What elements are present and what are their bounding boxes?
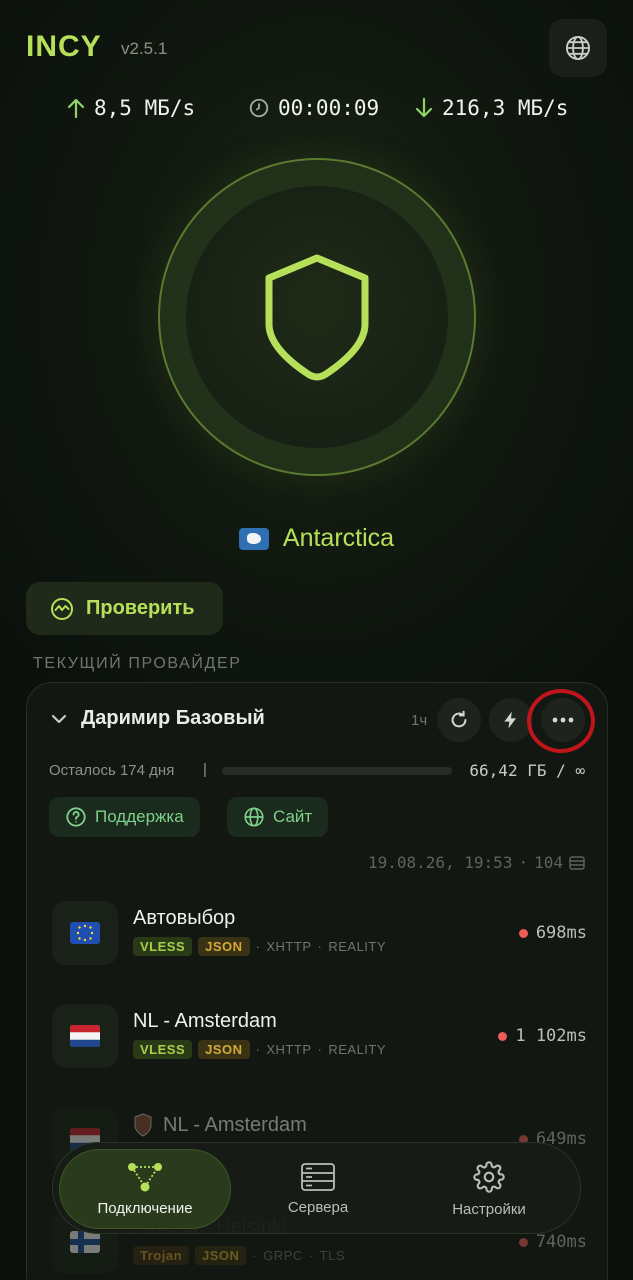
days-remaining: Осталось 174 дня (49, 762, 175, 779)
location-name: Antarctica (282, 524, 395, 552)
site-label: Сайт (273, 807, 313, 826)
security-label: TLS (319, 1248, 346, 1263)
clock-icon (249, 98, 269, 118)
traffic-usage: 66,42 ГБ / ∞ (469, 761, 585, 780)
provider-meta: 19.08.26, 19:53 · 104 (368, 853, 585, 872)
chevron-down-icon[interactable] (49, 709, 69, 729)
duration-stat: 00:00:09 (248, 96, 379, 120)
app-logo: INCY (26, 30, 102, 63)
protocol-tag: VLESS (133, 937, 193, 956)
ping-value: 740ms (535, 1232, 587, 1252)
server-name: NL - Amsterdam (133, 1010, 277, 1032)
globe-icon (244, 807, 264, 827)
server-ping: 1 102ms (498, 1026, 587, 1046)
server-name: NL - Amsterdam (163, 1113, 307, 1136)
server-count: 104 (534, 853, 563, 872)
bottom-navigation: Подключение Сервера Настройки (52, 1142, 581, 1234)
nav-connection[interactable]: Подключение (59, 1149, 231, 1229)
nav-servers[interactable]: Сервера (263, 1143, 373, 1235)
server-name: Автовыбор (133, 907, 236, 929)
server-name-row: NL - Amsterdam (133, 1113, 307, 1137)
provider-header[interactable]: Даримир Базовый (49, 707, 265, 730)
server-item[interactable]: Автовыбор VLESS JSON · XHTTP · REALITY 698… (52, 901, 587, 971)
traffic-progress-bar (222, 767, 452, 775)
security-label: REALITY (328, 939, 387, 954)
last-updated: 19.08.26, 19:53 (367, 853, 513, 872)
ping-status-dot (518, 1237, 528, 1247)
config-tag: JSON (198, 937, 250, 956)
nav-servers-label: Сервера (287, 1198, 349, 1216)
server-tags: VLESS JSON · XHTTP · REALITY (133, 937, 386, 956)
shield-icon (265, 254, 369, 381)
ping-value: 698ms (535, 923, 587, 943)
antarctica-flag-icon (238, 527, 269, 550)
nav-connection-label: Подключение (97, 1199, 193, 1217)
provider-name: Даримир Базовый (81, 707, 265, 729)
server-ping: 740ms (518, 1232, 587, 1252)
config-tag: JSON (198, 1040, 250, 1059)
check-button[interactable]: Проверить (26, 582, 223, 635)
server-list-icon (569, 855, 585, 870)
provider-update-interval: 1ч (411, 712, 428, 729)
refresh-button[interactable] (437, 698, 481, 742)
transport-label: XHTTP (266, 1042, 312, 1057)
lightning-icon (504, 711, 516, 729)
app-version: v2.5.1 (121, 39, 168, 58)
download-speed: 216,3 МБ/s (442, 96, 569, 120)
upload-stat: 8,5 МБ/s (66, 96, 195, 120)
gear-icon (473, 1160, 505, 1193)
connection-stats: 8,5 МБ/s 00:00:09 216,3 МБ/s (0, 96, 633, 126)
config-tag: JSON (195, 1246, 247, 1265)
session-duration: 00:00:09 (278, 96, 380, 120)
protocol-tag: Trojan (133, 1246, 190, 1265)
site-button[interactable]: Сайт (227, 797, 329, 837)
server-tags: VLESS JSON · XHTTP · REALITY (133, 1040, 386, 1059)
ping-value: 1 102ms (515, 1026, 587, 1046)
help-circle-icon (66, 807, 86, 827)
network-nodes-icon (128, 1162, 162, 1191)
support-label: Поддержка (95, 807, 184, 826)
upload-speed: 8,5 МБ/s (94, 96, 196, 120)
arrow-up-icon (67, 98, 85, 119)
language-button[interactable] (549, 19, 607, 77)
transport-label: XHTTP (266, 939, 312, 954)
nav-settings[interactable]: Настройки (433, 1143, 545, 1235)
remain-separator: | (203, 761, 207, 778)
highlight-circle (527, 689, 595, 753)
server-ping: 698ms (518, 923, 587, 943)
refresh-icon (451, 710, 467, 728)
eu-flag-icon (52, 901, 118, 965)
arrow-down-icon (415, 97, 433, 118)
protocol-tag: VLESS (133, 1040, 193, 1059)
support-button[interactable]: Поддержка (49, 797, 200, 837)
ping-status-dot (498, 1031, 508, 1041)
ping-status-dot (518, 928, 528, 938)
download-stat: 216,3 МБ/s (414, 96, 568, 120)
nav-settings-label: Настройки (452, 1200, 526, 1218)
shield-badge-icon (134, 1113, 152, 1137)
check-label: Проверить (86, 597, 195, 619)
app-header: INCY v2.5.1 (26, 19, 607, 77)
current-location[interactable]: Antarctica (0, 524, 633, 553)
server-tags: Trojan JSON · GRPC · TLS (133, 1246, 345, 1265)
transport-label: GRPC (263, 1248, 303, 1263)
activity-icon (51, 597, 73, 620)
security-label: REALITY (328, 1042, 387, 1057)
globe-icon (565, 35, 591, 61)
netherlands-flag-icon (52, 1004, 118, 1068)
meta-separator: · (518, 853, 529, 872)
section-label-provider: ТЕКУЩИЙ ПРОВАЙДЕР (33, 655, 242, 672)
server-rack-icon (301, 1162, 335, 1191)
server-item[interactable]: NL - Amsterdam VLESS JSON · XHTTP · REALIT… (52, 1004, 587, 1074)
